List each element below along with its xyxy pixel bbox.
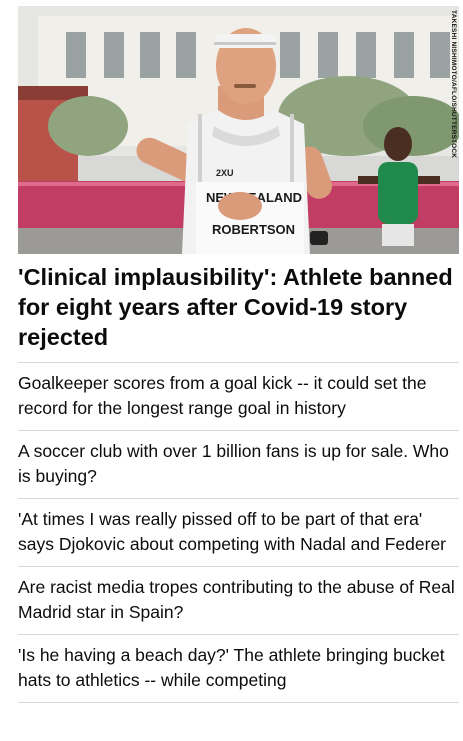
story-link-bucket-hats[interactable]: 'Is he having a beach day?' The athlete … [18, 634, 459, 703]
story-link-racist-tropes[interactable]: Are racist media tropes contributing to … [18, 566, 459, 634]
hero-image-link[interactable]: 2XU NEW ZEALAND ROBERTSON Takeshi Nishim… [18, 6, 459, 254]
story-list: Goalkeeper scores from a goal kick -- it… [18, 362, 459, 703]
brand-logo: 2XU [216, 168, 234, 178]
hero-image: 2XU NEW ZEALAND ROBERTSON [18, 6, 459, 254]
headline-link[interactable]: 'Clinical implausibility': Athlete banne… [18, 262, 454, 352]
story-link-goalkeeper[interactable]: Goalkeeper scores from a goal kick -- it… [18, 362, 459, 430]
story-link-djokovic[interactable]: 'At times I was really pissed off to be … [18, 498, 459, 566]
photo-credit: Takeshi Nishimoto/AFLO/Shutterstock [450, 10, 457, 159]
story-link-soccer-club-sale[interactable]: A soccer club with over 1 billion fans i… [18, 430, 459, 498]
bib-name: ROBERTSON [212, 222, 295, 237]
